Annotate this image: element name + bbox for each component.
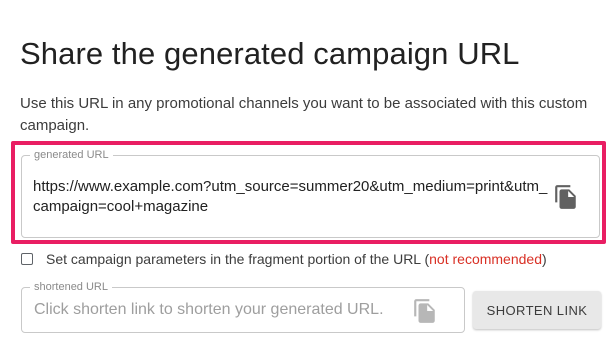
shorten-link-button[interactable]: SHORTEN LINK <box>473 291 601 329</box>
generated-url-legend: generated URL <box>30 148 113 162</box>
fragment-option-label[interactable]: Set campaign parameters in the fragment … <box>46 251 547 267</box>
shortened-url-legend: shortened URL <box>30 280 112 294</box>
generated-url-field[interactable]: generated URL https://www.example.com?ut… <box>21 148 600 238</box>
copy-icon[interactable] <box>412 298 438 324</box>
fragment-checkbox[interactable] <box>21 253 33 265</box>
shortened-url-field[interactable]: shortened URL Click shorten link to shor… <box>21 280 465 333</box>
section-title: Share the generated campaign URL <box>20 36 520 71</box>
not-recommended-warning: not recommended <box>429 251 542 267</box>
section-description: Use this URL in any promotional channels… <box>20 95 588 134</box>
generated-url-value[interactable]: https://www.example.com?utm_source=summe… <box>33 177 553 217</box>
share-campaign-url-section: Share the generated campaign URL Use thi… <box>0 0 614 346</box>
shortened-url-placeholder: Click shorten link to shorten your gener… <box>34 301 384 318</box>
copy-icon[interactable] <box>553 184 579 210</box>
fragment-option-row: Set campaign parameters in the fragment … <box>21 250 547 268</box>
